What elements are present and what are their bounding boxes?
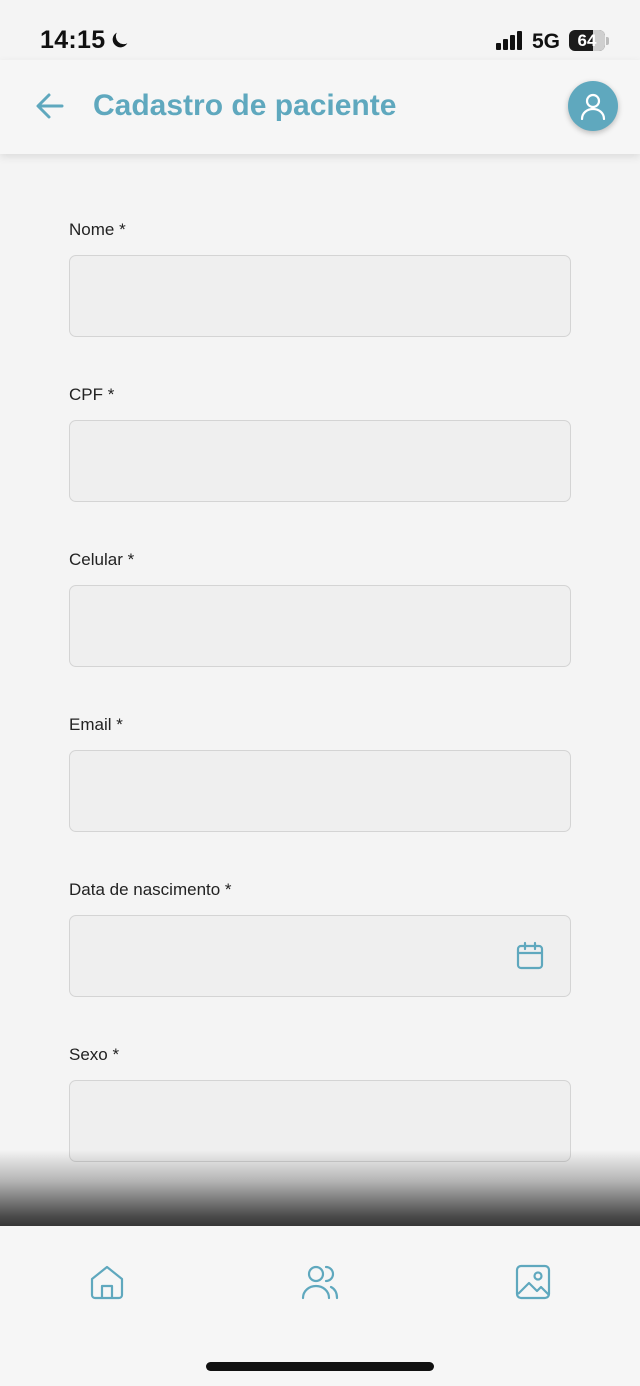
bottom-nav-shadow [0, 1150, 640, 1228]
battery-level: 64 [577, 31, 597, 50]
field-label-celular: Celular * [69, 550, 135, 569]
page-title: Cadastro de paciente [93, 89, 397, 122]
field-label-cpf: CPF * [69, 385, 115, 404]
field-label-data-nascimento: Data de nascimento * [69, 880, 232, 899]
calendar-icon[interactable] [514, 940, 546, 972]
image-icon[interactable] [513, 1262, 553, 1302]
users-icon[interactable] [300, 1262, 340, 1302]
cpf-input[interactable] [69, 420, 571, 502]
arrow-left-icon[interactable] [30, 86, 70, 126]
app-header: Cadastro de paciente [0, 60, 640, 154]
field-label-email: Email * [69, 715, 123, 734]
field-cpf: CPF * [69, 383, 571, 548]
moon-icon [112, 32, 128, 48]
avatar-button[interactable] [568, 81, 618, 131]
home-icon[interactable] [87, 1262, 127, 1302]
field-nome: Nome * [69, 218, 571, 383]
network-label: 5G [532, 30, 561, 53]
battery-tip [606, 37, 609, 45]
signal-icon [496, 31, 522, 50]
field-data-nascimento: Data de nascimento * [69, 878, 571, 1043]
nome-input[interactable] [69, 255, 571, 337]
bottom-nav [0, 1226, 640, 1386]
field-email: Email * [69, 713, 571, 878]
patient-form: Nome * CPF * Celular * Email * Data de n… [69, 218, 571, 1208]
birthdate-input[interactable] [69, 915, 571, 997]
email-input[interactable] [69, 750, 571, 832]
battery-icon: 64 [569, 30, 605, 51]
home-indicator [206, 1362, 434, 1371]
celular-input[interactable] [69, 585, 571, 667]
status-time: 14:15 [40, 26, 106, 54]
field-label-sexo: Sexo * [69, 1045, 120, 1064]
user-icon [580, 93, 606, 120]
status-bar: 14:15 5G 64 [0, 0, 640, 60]
field-celular: Celular * [69, 548, 571, 713]
field-label-nome: Nome * [69, 220, 126, 239]
